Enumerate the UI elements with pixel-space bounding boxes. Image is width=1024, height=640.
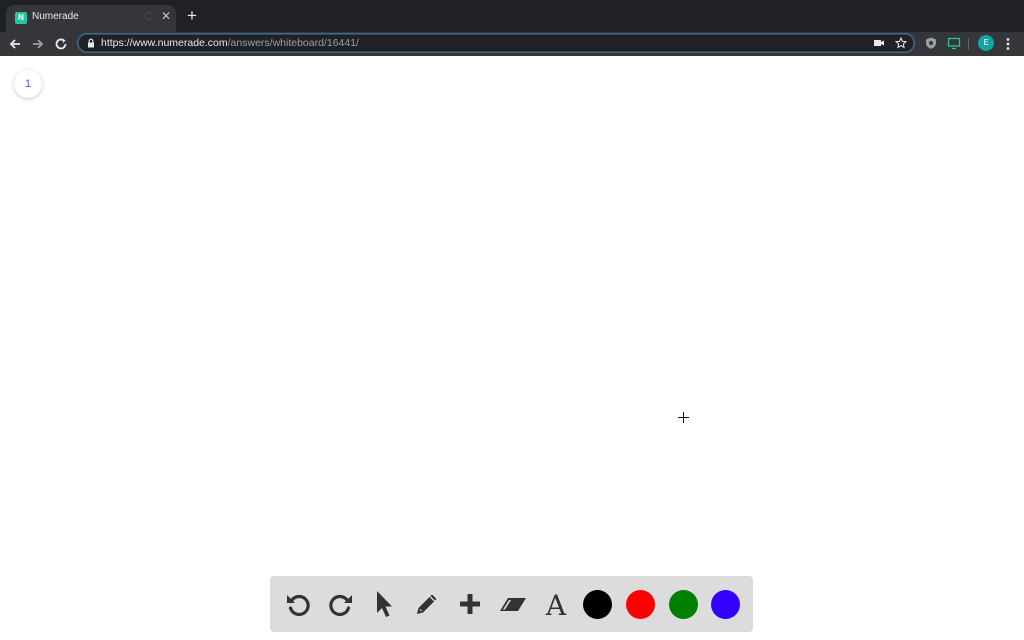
tab-audio-icon [144,11,154,24]
numerade-favicon-icon: N [15,12,27,24]
toolbar-separator [968,38,969,50]
shield-extension-icon[interactable] [923,35,939,51]
back-arrow-icon[interactable] [5,34,25,54]
url-text: https://www.numerade.com/answers/whitebo… [101,37,359,49]
undo-icon[interactable] [281,587,315,621]
address-bar[interactable]: https://www.numerade.com/answers/whitebo… [77,33,915,53]
pencil-icon[interactable] [410,587,444,621]
browser-toolbar: https://www.numerade.com/answers/whitebo… [0,32,1024,56]
profile-avatar[interactable]: E [978,35,994,51]
camera-icon[interactable] [872,36,886,50]
text-tool-icon[interactable]: A [539,587,573,621]
page-number-indicator[interactable]: 1 [14,70,42,98]
url-host: https://www.numerade.com [101,37,228,49]
crosshair-cursor-icon [678,412,689,423]
tab-title: Numerade [32,11,79,22]
color-swatch-green[interactable] [669,590,698,619]
whiteboard-toolbar: A [270,576,753,632]
whiteboard-canvas[interactable]: 1 A [0,56,1024,640]
select-pointer-icon[interactable] [367,587,401,621]
lock-icon [88,38,94,48]
svg-text:A: A [545,589,567,619]
browser-tab[interactable]: N Numerade ✕ [6,5,176,32]
color-swatch-blue[interactable] [711,590,740,619]
color-swatch-black[interactable] [583,590,612,619]
tab-strip: N Numerade ✕ + [0,0,1024,32]
forward-arrow-icon[interactable] [28,34,48,54]
reload-icon[interactable] [51,34,71,54]
color-swatch-red[interactable] [626,590,655,619]
add-shape-plus-icon[interactable] [453,587,487,621]
close-tab-icon[interactable]: ✕ [159,9,173,23]
bookmark-star-icon[interactable] [894,36,908,50]
eraser-icon[interactable] [496,587,530,621]
browser-chrome: N Numerade ✕ + https://www.numerade.com/… [0,0,1024,56]
more-menu-icon[interactable] [1002,36,1014,52]
url-path: /answers/whiteboard/16441/ [227,37,359,49]
screen-cast-extension-icon[interactable] [946,35,962,51]
new-tab-icon[interactable]: + [183,7,201,25]
redo-icon[interactable] [324,587,358,621]
